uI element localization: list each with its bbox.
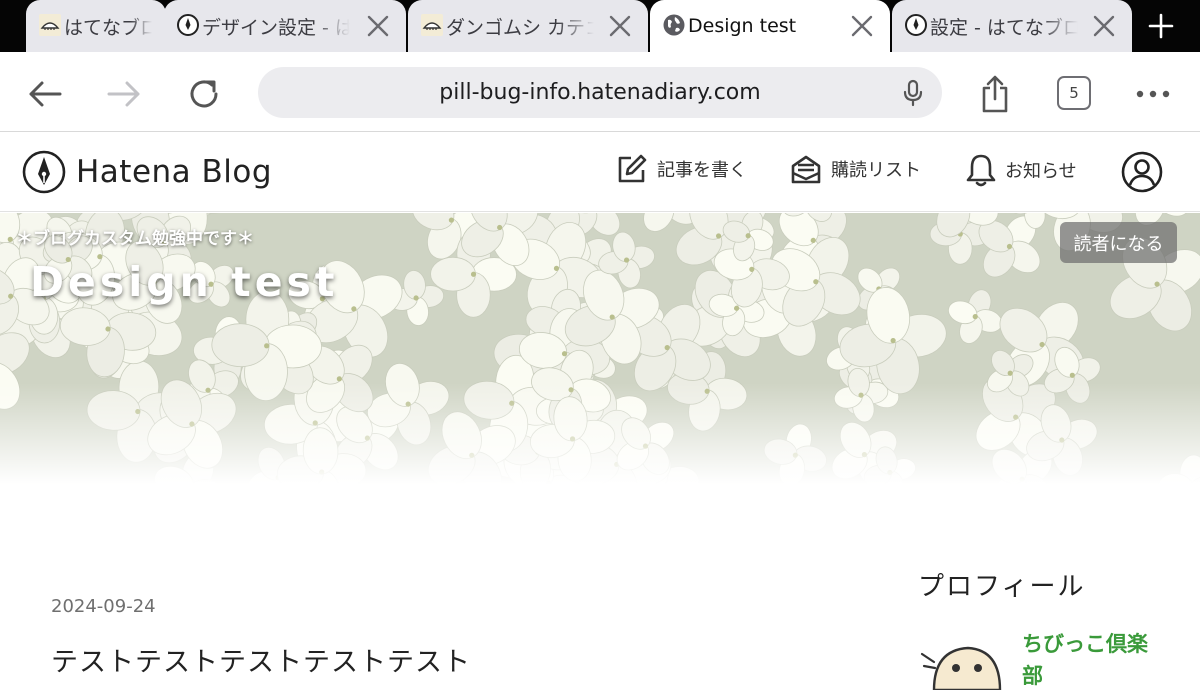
blog-title[interactable]: Design test: [30, 258, 339, 306]
reload-button[interactable]: [182, 72, 226, 116]
microphone-icon[interactable]: [900, 79, 926, 107]
notifications-link[interactable]: お知らせ: [966, 153, 1077, 187]
tab-title: Design test: [688, 15, 797, 37]
tab-3-active[interactable]: Design test: [650, 0, 890, 52]
globe-icon: [663, 14, 685, 36]
tab-2[interactable]: ダンゴムシ カテゴリー: [408, 0, 648, 52]
tab-title: ダンゴムシ カテゴリー: [446, 16, 594, 39]
notifications-label: お知らせ: [1005, 161, 1077, 182]
close-icon[interactable]: [364, 12, 392, 40]
blog-tagline: ＊ブログカスタム勉強中です＊: [16, 229, 254, 249]
tab-1[interactable]: デザイン設定 - はてなブログ: [164, 0, 406, 52]
tab-title: デザイン設定 - はてなブログ: [202, 16, 350, 39]
hatena-pen-logo-icon: [22, 150, 66, 194]
forward-arrow-icon: [107, 81, 140, 107]
url-text: pill-bug-info.hatenadiary.com: [439, 80, 761, 105]
share-button[interactable]: [973, 72, 1017, 116]
pillbug-icon: [421, 14, 443, 36]
tab-4[interactable]: 設定 - はてなブログ: [892, 0, 1132, 52]
more-dots-icon: [1136, 90, 1170, 98]
pillbug-icon: [39, 14, 61, 36]
browser-tab-strip: はてなブログ デザイン設定 - はてなブログ ダンゴムシ カテゴリー Desig…: [0, 0, 1200, 52]
plus-icon: [1148, 13, 1174, 39]
profile-heading: プロフィール: [918, 572, 1086, 602]
post-date[interactable]: 2024-09-24: [51, 596, 156, 617]
browser-toolbar: pill-bug-info.hatenadiary.com 5: [0, 52, 1200, 132]
close-icon[interactable]: [1090, 12, 1118, 40]
hatena-pen-icon: [905, 14, 927, 36]
subscribe-button[interactable]: 読者になる: [1060, 222, 1177, 263]
blog-header-image: ＊ブログカスタム勉強中です＊ Design test 読者になる: [0, 213, 1200, 493]
reload-icon: [190, 80, 218, 108]
share-icon: [982, 75, 1008, 113]
close-icon[interactable]: [606, 12, 634, 40]
profile-name[interactable]: ちびっこ倶楽部: [1022, 628, 1152, 692]
post-title[interactable]: テストテストテストテストテスト: [51, 640, 471, 679]
reading-list-label: 購読リスト: [831, 160, 921, 181]
more-menu-button[interactable]: [1131, 72, 1175, 116]
close-icon[interactable]: [848, 12, 876, 40]
hatena-pen-icon: [177, 14, 199, 36]
back-button[interactable]: [23, 72, 67, 116]
bell-icon: [966, 154, 996, 187]
profile-avatar[interactable]: [920, 640, 1004, 690]
reading-list-icon: [791, 155, 821, 184]
hatena-logo[interactable]: Hatena Blog: [22, 150, 272, 194]
user-avatar-icon: [1121, 151, 1163, 193]
user-account-button[interactable]: [1121, 151, 1163, 193]
edit-icon: [618, 154, 647, 183]
back-arrow-icon: [29, 81, 62, 107]
brand-name: Hatena Blog: [76, 154, 273, 190]
tab-title: はてなブログ: [64, 16, 152, 39]
new-tab-button[interactable]: [1136, 0, 1186, 52]
tab-switcher-button[interactable]: 5: [1057, 76, 1091, 110]
write-post-link[interactable]: 記事を書く: [616, 153, 747, 185]
forward-button[interactable]: [102, 72, 146, 116]
tab-0[interactable]: はてなブログ: [26, 0, 166, 52]
hatena-header: Hatena Blog 記事を書く 購読リスト お知らせ: [0, 133, 1200, 212]
write-post-label: 記事を書く: [657, 160, 747, 181]
reading-list-link[interactable]: 購読リスト: [790, 153, 921, 185]
tab-title: 設定 - はてなブログ: [930, 16, 1078, 39]
address-bar[interactable]: pill-bug-info.hatenadiary.com: [258, 67, 942, 118]
